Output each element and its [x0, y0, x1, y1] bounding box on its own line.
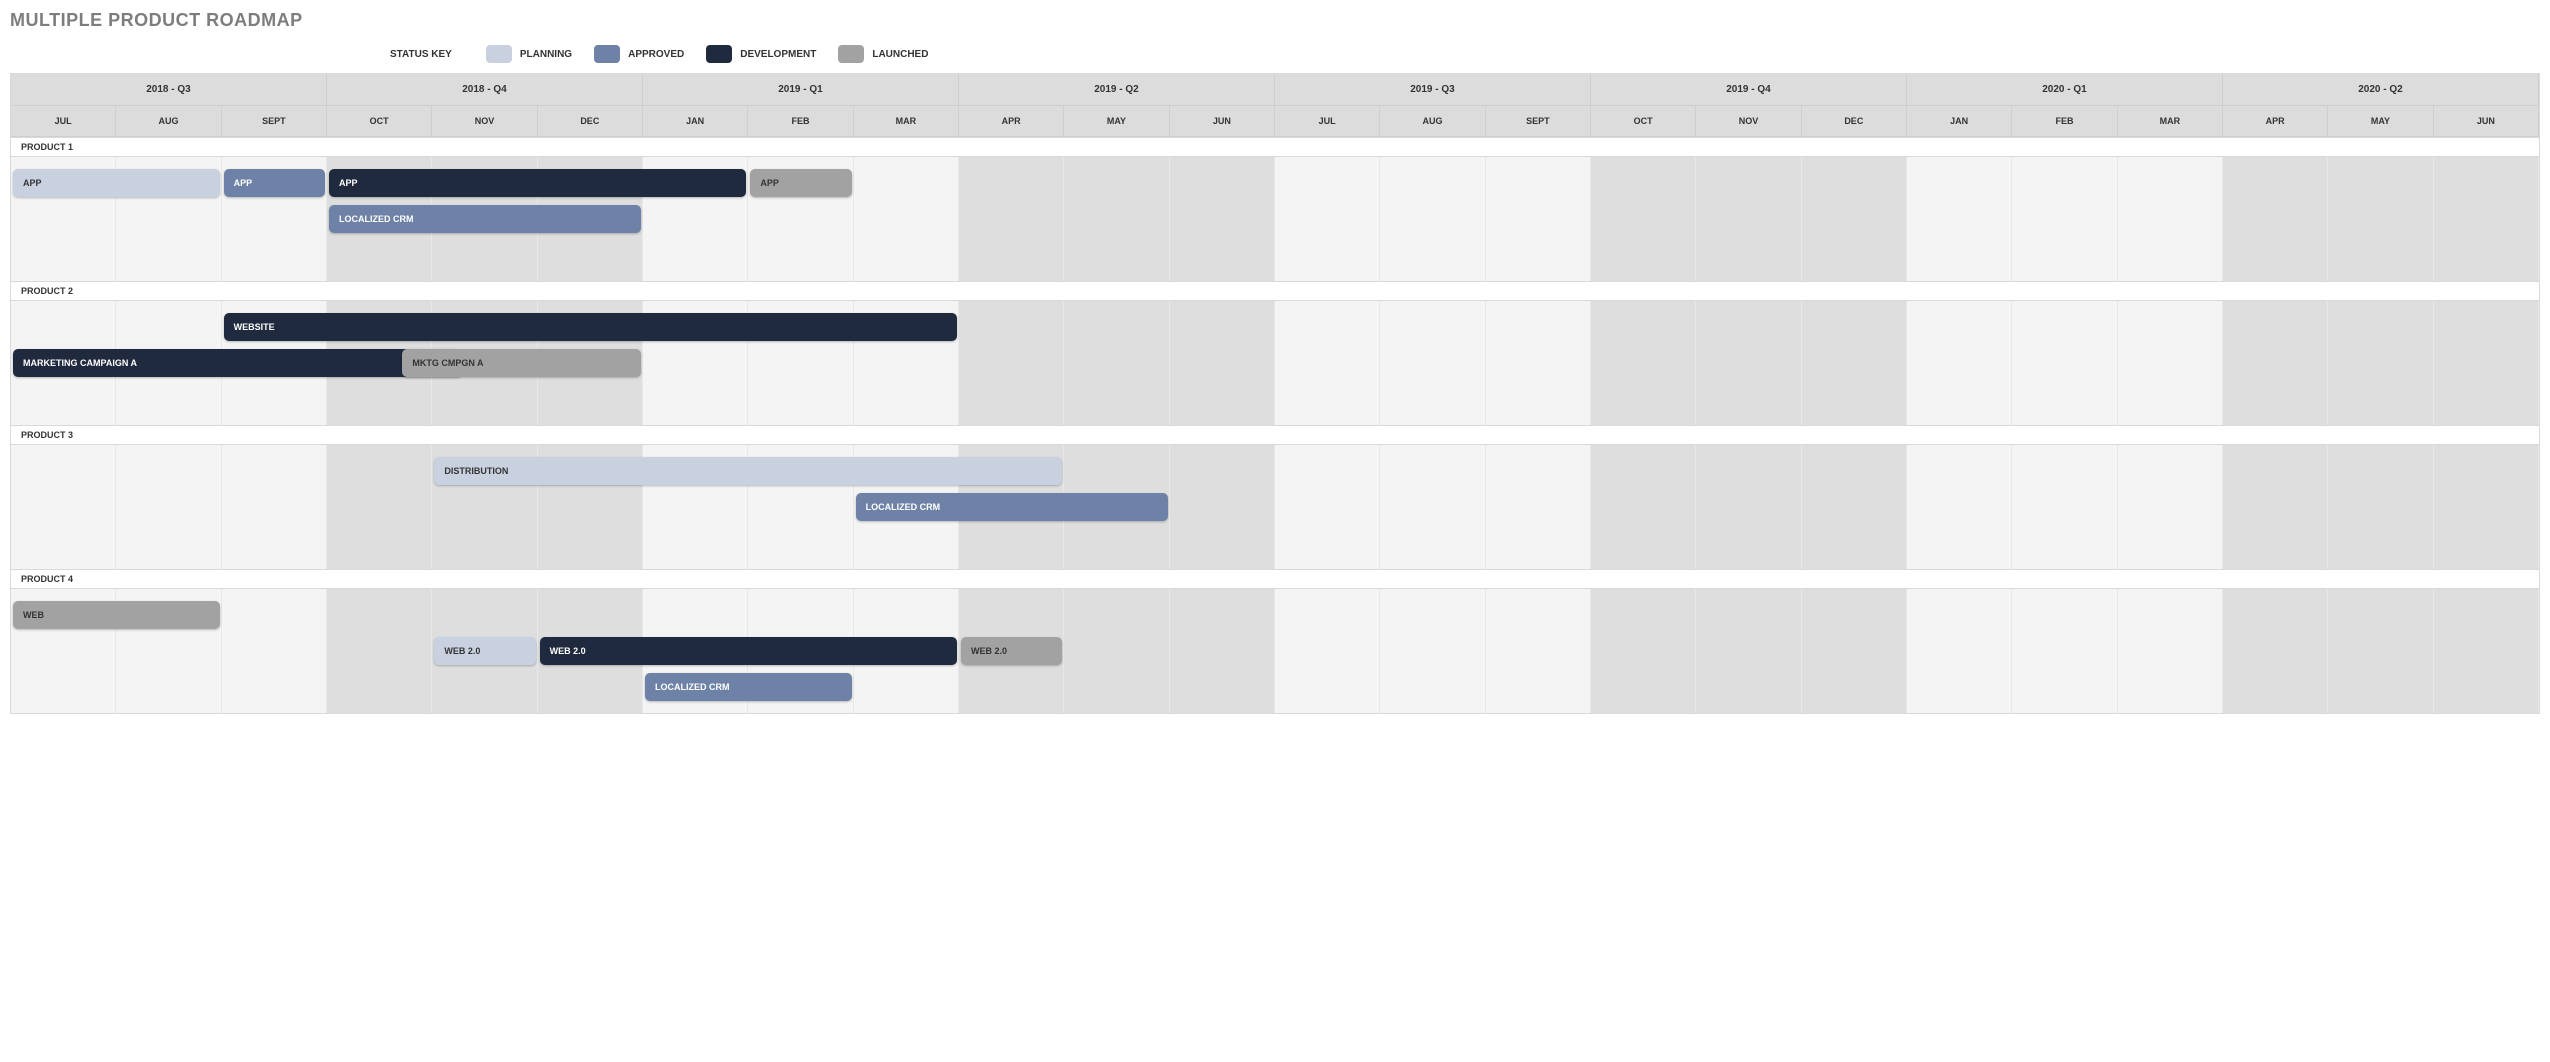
quarter-header: 2019 - Q3 [1275, 74, 1591, 106]
month-header: DEC [538, 106, 643, 137]
gantt-bar[interactable]: MARKETING CAMPAIGN A [13, 349, 462, 377]
product-label: PRODUCT 4 [11, 569, 2539, 589]
month-header: DEC [1802, 106, 1907, 137]
swimlane: WEBWEB 2.0WEB 2.0WEB 2.0LOCALIZED CRM [11, 589, 2539, 713]
gantt-bar[interactable]: WEB 2.0 [540, 637, 957, 665]
legend-item-planning: PLANNING [486, 45, 572, 63]
quarter-header: 2018 - Q3 [11, 74, 327, 106]
product-label: PRODUCT 3 [11, 425, 2539, 445]
gantt-bar[interactable]: WEBSITE [224, 313, 957, 341]
legend-item-approved: APPROVED [594, 45, 684, 63]
month-header: AUG [1380, 106, 1485, 137]
month-header: JUN [2434, 106, 2539, 137]
legend-label: APPROVED [628, 49, 684, 60]
status-legend: STATUS KEY PLANNING APPROVED DEVELOPMENT… [390, 45, 2540, 63]
gantt-bar[interactable]: APP [750, 169, 851, 197]
month-header: OCT [1591, 106, 1696, 137]
product-label: PRODUCT 2 [11, 281, 2539, 301]
roadmap-chart: 2018 - Q32018 - Q42019 - Q12019 - Q22019… [10, 73, 2540, 714]
gantt-bar[interactable]: APP [224, 169, 325, 197]
quarter-header: 2019 - Q2 [959, 74, 1275, 106]
gantt-bar[interactable]: DISTRIBUTION [434, 457, 1062, 485]
month-header: JUL [1275, 106, 1380, 137]
legend-label: DEVELOPMENT [740, 49, 816, 60]
gantt-bar[interactable]: APP [13, 169, 220, 197]
month-header: APR [2223, 106, 2328, 137]
swimlane: DISTRIBUTION LOCALIZED CRM [11, 445, 2539, 569]
gantt-bar[interactable]: WEB [13, 601, 220, 629]
month-header: APR [959, 106, 1064, 137]
swimlane: APPAPPAPPAPPLOCALIZED CRM [11, 157, 2539, 281]
legend-item-launched: LAUNCHED [838, 45, 928, 63]
quarter-header: 2019 - Q4 [1591, 74, 1907, 106]
header-quarters: 2018 - Q32018 - Q42019 - Q12019 - Q22019… [11, 74, 2539, 106]
quarter-header: 2020 - Q2 [2223, 74, 2539, 106]
quarter-header: 2019 - Q1 [643, 74, 959, 106]
swimlane: WEBSITE MARKETING CAMPAIGN AMKTG CMPGN A [11, 301, 2539, 425]
swatch-launched [838, 45, 864, 63]
month-header: MAY [2328, 106, 2433, 137]
legend-key-label: STATUS KEY [390, 49, 452, 60]
gantt-bar[interactable]: LOCALIZED CRM [329, 205, 641, 233]
swatch-planning [486, 45, 512, 63]
gantt-bar[interactable]: LOCALIZED CRM [645, 673, 852, 701]
month-header: MAR [854, 106, 959, 137]
header-months: JULAUGSEPTOCTNOVDECJANFEBMARAPRMAYJUNJUL… [11, 106, 2539, 137]
gantt-bar[interactable]: APP [329, 169, 746, 197]
gantt-bar[interactable]: LOCALIZED CRM [856, 493, 1168, 521]
month-header: MAY [1064, 106, 1169, 137]
month-header: JAN [643, 106, 748, 137]
quarter-header: 2020 - Q1 [1907, 74, 2223, 106]
month-header: SEPT [222, 106, 327, 137]
month-header: JUN [1170, 106, 1275, 137]
product-label: PRODUCT 1 [11, 137, 2539, 157]
quarter-header: 2018 - Q4 [327, 74, 643, 106]
swatch-development [706, 45, 732, 63]
month-header: AUG [116, 106, 221, 137]
legend-label: LAUNCHED [872, 49, 928, 60]
gantt-bar[interactable]: WEB 2.0 [434, 637, 535, 665]
month-header: OCT [327, 106, 432, 137]
month-header: JUL [11, 106, 116, 137]
swatch-approved [594, 45, 620, 63]
month-header: SEPT [1486, 106, 1591, 137]
legend-label: PLANNING [520, 49, 572, 60]
month-header: FEB [748, 106, 853, 137]
month-header: JAN [1907, 106, 2012, 137]
month-header: NOV [1696, 106, 1801, 137]
legend-item-development: DEVELOPMENT [706, 45, 816, 63]
gantt-bar[interactable]: WEB 2.0 [961, 637, 1062, 665]
month-header: NOV [432, 106, 537, 137]
month-header: MAR [2118, 106, 2223, 137]
gantt-bar[interactable]: MKTG CMPGN A [402, 349, 641, 377]
page-title: MULTIPLE PRODUCT ROADMAP [10, 10, 2540, 31]
month-header: FEB [2012, 106, 2117, 137]
